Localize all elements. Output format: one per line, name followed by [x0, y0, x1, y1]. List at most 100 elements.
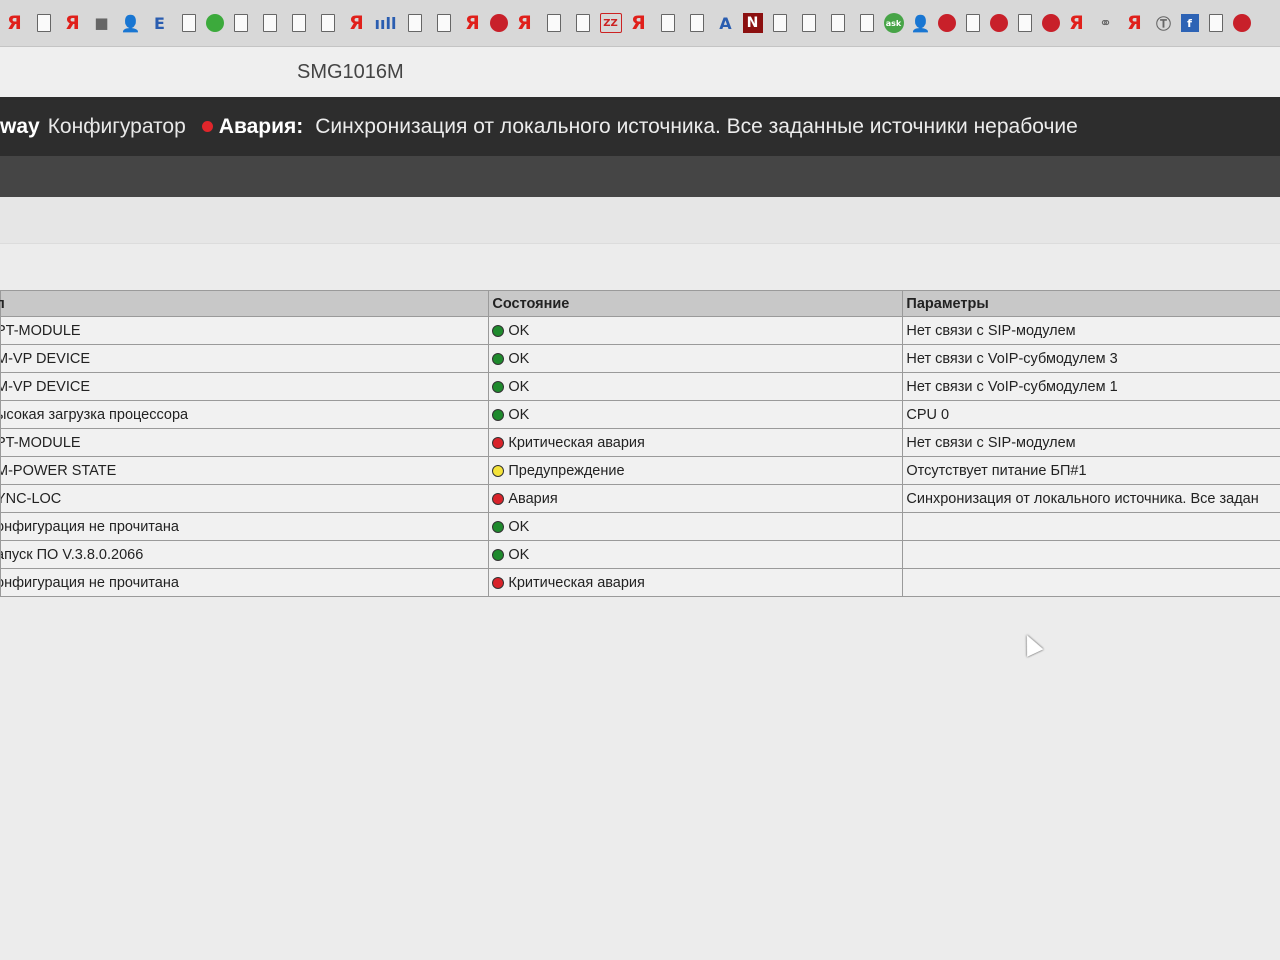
ya-icon[interactable]: Я [627, 11, 651, 35]
alarm-table: п Состояние Параметры PT-MODULE OK Нет свя… [0, 290, 1280, 597]
page-icon[interactable] [961, 11, 985, 35]
green-circle-icon[interactable] [205, 14, 224, 32]
n-icon[interactable]: N [742, 13, 763, 33]
status-green-icon [492, 520, 505, 533]
cell-params: Отсутствует питание БП#1 [902, 456, 1280, 485]
status-red-icon [492, 436, 505, 449]
ya-icon[interactable]: Я [461, 11, 485, 35]
table-row[interactable]: PT-MODULE Критическая авария Нет связи с S… [0, 428, 1280, 457]
status-green-icon [492, 408, 505, 421]
page-icon[interactable] [316, 11, 340, 35]
table-header-row: п Состояние Параметры [0, 290, 1280, 317]
cell-state: OK [488, 400, 904, 429]
signal-icon[interactable]: ııll [374, 11, 398, 35]
person-icon[interactable]: 👤 [119, 11, 143, 35]
red-circle-icon[interactable] [1232, 14, 1251, 32]
alarm-message: Синхронизация от локального источника. В… [315, 114, 1078, 138]
page-icon[interactable] [571, 11, 595, 35]
person-icon[interactable]: 👤 [909, 11, 933, 35]
brand-name[interactable]: way [0, 115, 40, 139]
cell-state: Критическая авария [488, 428, 904, 457]
table-row[interactable]: онфигурация не прочитана Критическая авар… [0, 568, 1280, 597]
page-icon[interactable] [685, 11, 709, 35]
page-icon[interactable] [855, 11, 879, 35]
page-icon[interactable] [403, 11, 427, 35]
page-icon[interactable] [258, 11, 282, 35]
mouse-cursor-icon [1018, 631, 1044, 657]
page-icon[interactable] [177, 11, 201, 35]
page-icon[interactable] [32, 11, 56, 35]
toolbar-strip [0, 197, 1280, 244]
cell-params: Нет связи с VoIP-субмодулем 3 [902, 344, 1280, 373]
table-row[interactable]: апуск ПО V.3.8.0.2066 OK [0, 540, 1280, 569]
page-icon[interactable] [768, 11, 792, 35]
ya-icon[interactable]: Я [1123, 11, 1147, 35]
cell-params [902, 540, 1280, 569]
cell-params: Нет связи с SIP-модулем [902, 428, 1280, 457]
table-row[interactable]: ысокая загрузка процессора OK CPU 0 [0, 400, 1280, 429]
ya-icon[interactable]: Я [345, 11, 369, 35]
state-label: Авария [508, 490, 558, 507]
cell-state: OK [488, 316, 904, 345]
status-green-icon [492, 324, 505, 337]
cell-type: PT-MODULE [0, 428, 490, 457]
ya-icon[interactable]: Я [1065, 11, 1089, 35]
page-icon[interactable] [542, 11, 566, 35]
red-circle-icon[interactable] [489, 14, 508, 32]
page-icon[interactable] [287, 11, 311, 35]
page-icon[interactable] [656, 11, 680, 35]
window-titlebar: SMG1016M [0, 47, 1280, 97]
cell-params: Нет связи с SIP-модулем [902, 316, 1280, 345]
hat-icon[interactable]: ■ [90, 11, 114, 35]
red-circle-icon[interactable] [1041, 14, 1060, 32]
e-icon[interactable]: E [148, 11, 172, 35]
cell-params: Синхронизация от локального источника. В… [902, 484, 1280, 513]
column-header-state[interactable]: Состояние [488, 290, 904, 317]
table-row[interactable]: M-POWER STATE Предупреждение Отсутствует п… [0, 456, 1280, 485]
cell-params: Нет связи с VoIP-субмодулем 1 [902, 372, 1280, 401]
red-circle-icon[interactable] [937, 14, 956, 32]
bookmarks-bar: Я Я ■ 👤 E Яııll Я Я ZZ Я A Nask 👤 Я ⚭ Я Ⓣf [0, 0, 1280, 47]
status-green-icon [492, 548, 505, 561]
t-icon[interactable]: Ⓣ [1152, 11, 1176, 35]
alarm-dot-icon [201, 121, 213, 132]
cell-type: YNC-LOC [0, 484, 490, 513]
table-row[interactable]: PT-MODULE OK Нет связи с SIP-модулем [0, 316, 1280, 345]
state-label: Критическая авария [508, 574, 645, 591]
cell-state: OK [488, 540, 904, 569]
state-label: OK [508, 406, 530, 423]
table-row[interactable]: онфигурация не прочитана OK [0, 512, 1280, 541]
page-icon[interactable] [1013, 11, 1037, 35]
square-blue-icon[interactable]: f [1180, 14, 1199, 32]
cell-state: OK [488, 372, 904, 401]
state-label: OK [508, 378, 530, 395]
table-row[interactable]: YNC-LOC Авария Синхронизация от локального… [0, 484, 1280, 513]
status-red-icon [492, 492, 505, 505]
link-icon[interactable]: ⚭ [1094, 11, 1118, 35]
ya-icon[interactable]: Я [61, 11, 85, 35]
page-icon[interactable] [826, 11, 850, 35]
column-header-params[interactable]: Параметры [902, 290, 1280, 317]
red-circle-icon[interactable] [989, 14, 1008, 32]
triangle-icon[interactable]: A [714, 11, 738, 35]
table-row[interactable]: M-VP DEVICE OK Нет связи с VoIP-субмодулем… [0, 344, 1280, 373]
ask-icon[interactable]: ask [883, 13, 904, 33]
page-icon[interactable] [797, 11, 821, 35]
alarm-label: Авария: [218, 114, 304, 138]
cell-state: Предупреждение [488, 456, 904, 485]
ya-icon[interactable]: Я [513, 11, 537, 35]
page-icon[interactable] [229, 11, 253, 35]
column-header-type[interactable]: п [0, 290, 490, 317]
zz-icon[interactable]: ZZ [599, 13, 622, 33]
state-label: OK [508, 322, 530, 339]
navigation-bar [0, 156, 1280, 197]
status-green-icon [492, 380, 505, 393]
page-icon[interactable] [1204, 11, 1228, 35]
cell-type: PT-MODULE [0, 316, 490, 345]
page-icon[interactable] [432, 11, 456, 35]
status-yellow-icon [492, 464, 505, 477]
table-row[interactable]: M-VP DEVICE OK Нет связи с VoIP-субмодулем… [0, 372, 1280, 401]
ya-icon[interactable]: Я [3, 11, 27, 35]
state-label: Предупреждение [508, 462, 625, 479]
state-label: OK [508, 546, 530, 563]
